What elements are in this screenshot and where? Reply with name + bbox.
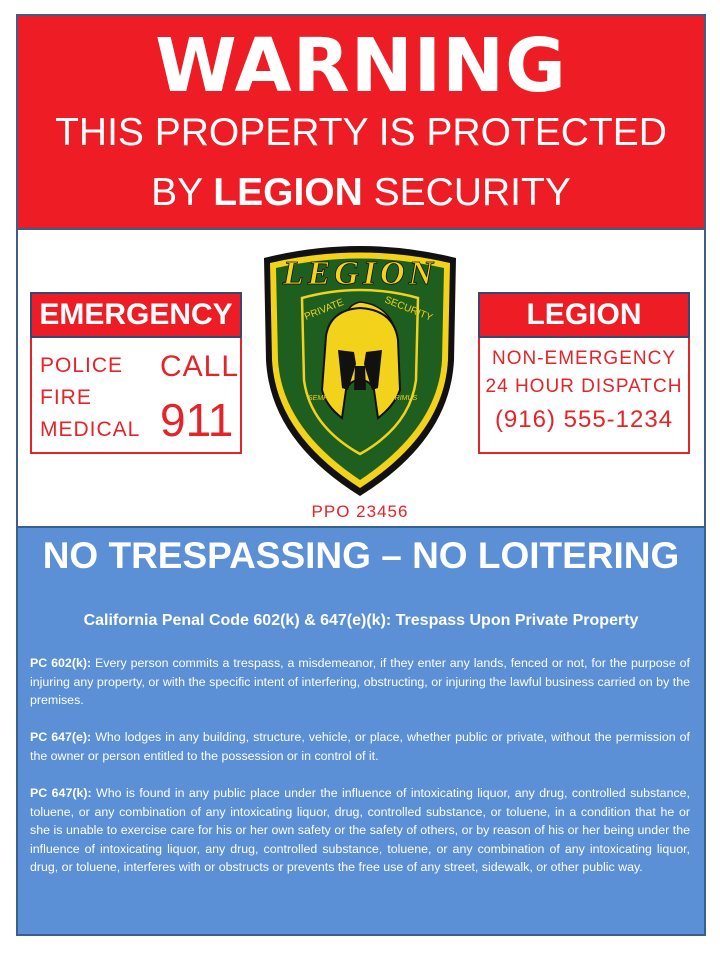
legion-dispatch-box: LEGION NON-EMERGENCY 24 HOUR DISPATCH (9…	[478, 292, 690, 454]
warning-brand: LEGION	[213, 171, 363, 214]
dispatch-label: 24 HOUR DISPATCH	[485, 376, 683, 397]
badge-name: LEGION	[282, 255, 437, 292]
penal-code-647k: PC 647(k): Who is found in any public pl…	[30, 784, 690, 877]
code-label: PC 647(k):	[30, 786, 92, 800]
code-text: Every person commits a trespass, a misde…	[30, 656, 690, 707]
emergency-number: 911	[160, 394, 234, 446]
badge-motto-left: SEMPER	[308, 395, 338, 402]
badge-motto-right: PRIMUS	[390, 395, 418, 402]
legion-heading: LEGION	[478, 292, 690, 338]
emergency-heading: EMERGENCY	[30, 292, 242, 338]
code-label: PC 602(k):	[30, 656, 92, 670]
non-emergency-label: NON-EMERGENCY	[491, 348, 676, 369]
code-label: PC 647(e):	[30, 730, 92, 744]
penal-code-647e: PC 647(e): Who lodges in any building, s…	[30, 728, 690, 765]
warning-sign: WARNING THIS PROPERTY IS PROTECTED BY LE…	[16, 14, 706, 936]
trespass-notice: NO TRESPASSING – NO LOITERING California…	[18, 526, 704, 934]
warning-title: WARNING	[155, 23, 567, 109]
penal-code-line: California Penal Code 602(k) & 647(e)(k)…	[83, 612, 639, 629]
penal-code-602k: PC 602(k): Every person commits a trespa…	[30, 654, 690, 710]
warning-line-2: BY LEGION SECURITY	[18, 170, 704, 216]
call-label: CALL	[160, 350, 240, 383]
service-police: POLICE	[40, 354, 124, 377]
service-medical: MEDICAL	[40, 418, 141, 441]
warning-line-1: THIS PROPERTY IS PROTECTED	[55, 111, 667, 154]
notice-title: NO TRESPASSING – NO LOITERING	[42, 535, 680, 576]
code-text: Who is found in any public place under t…	[30, 786, 690, 874]
license-number: PPO 23456	[311, 502, 409, 521]
contact-section: EMERGENCY POLICE FIRE MEDICAL CALL 911 L…	[18, 230, 704, 526]
warning-header: WARNING THIS PROPERTY IS PROTECTED BY LE…	[18, 16, 704, 230]
warning-line-2-suffix: SECURITY	[362, 171, 571, 214]
dispatch-phone: (916) 555-1234	[494, 406, 674, 433]
warning-line-2-prefix: BY	[151, 171, 214, 214]
code-text: Who lodges in any building, structure, v…	[30, 730, 690, 763]
legion-shield-logo: LEGION PRIVATE SECURITY SEMPER PRIMUS	[264, 246, 456, 496]
service-fire: FIRE	[40, 386, 92, 409]
emergency-box: EMERGENCY POLICE FIRE MEDICAL CALL 911	[30, 292, 242, 454]
